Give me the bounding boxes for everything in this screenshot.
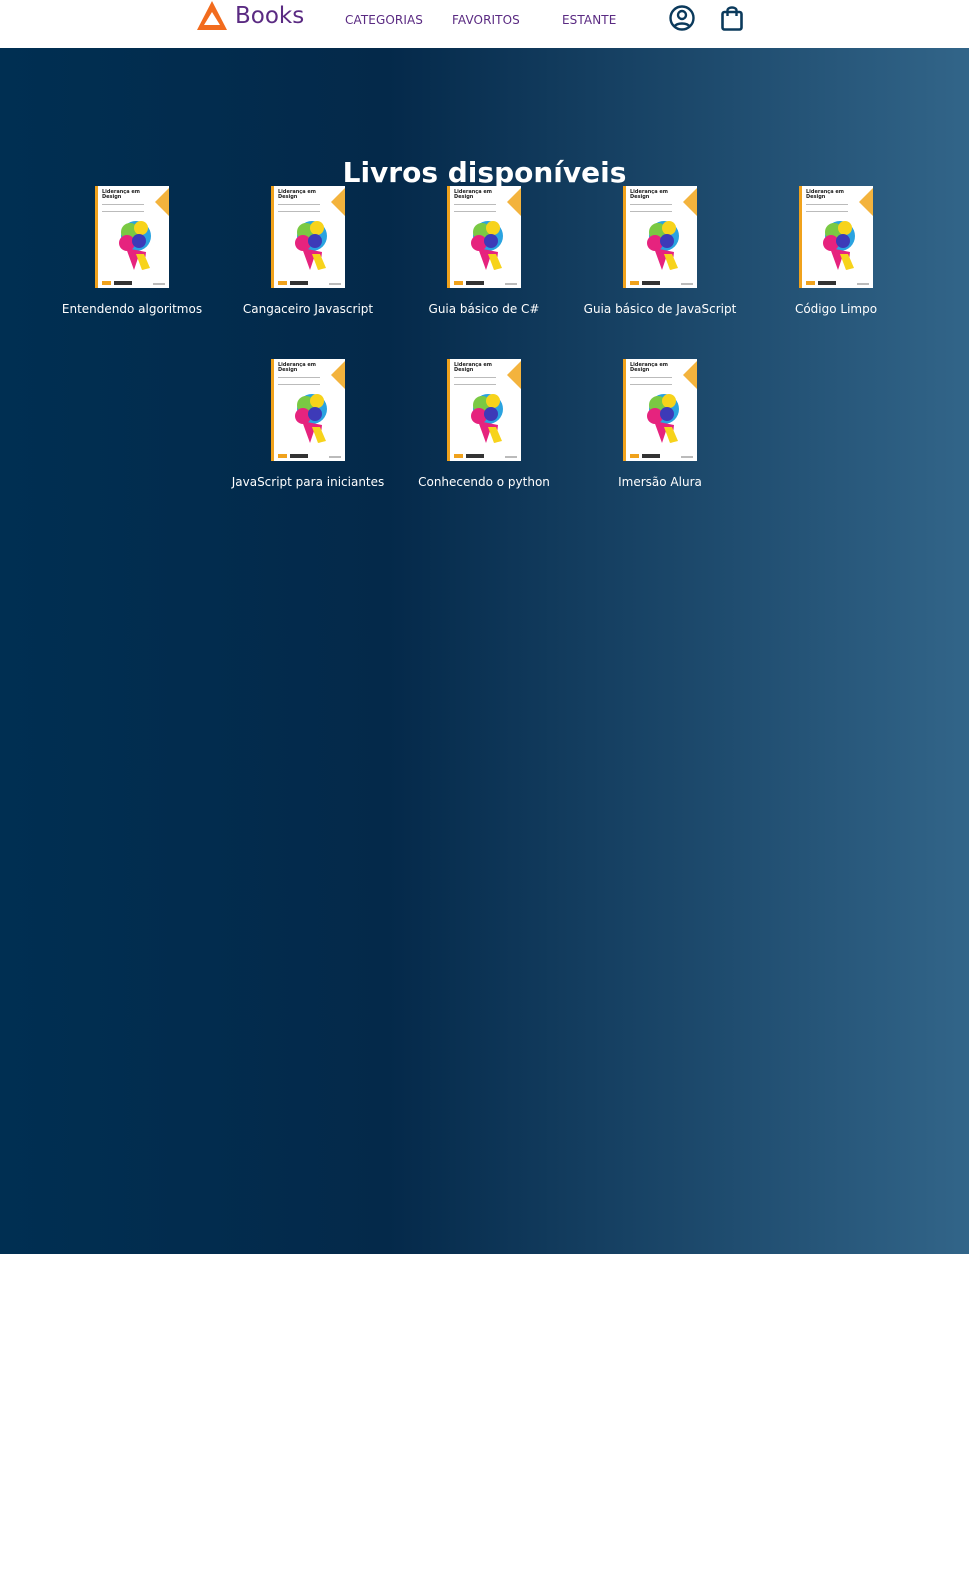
book-card[interactable]: Liderança em Design Guia básico de C# bbox=[399, 186, 569, 316]
cover-subtitle-lines bbox=[278, 377, 320, 385]
book-title[interactable]: Cangaceiro Javascript bbox=[223, 302, 393, 316]
cover-title: Liderança em Design bbox=[454, 362, 492, 373]
cover-publisher-logo bbox=[630, 281, 660, 285]
cover-art-head-icon bbox=[647, 221, 679, 270]
page-title: Livros disponíveis bbox=[342, 156, 627, 189]
book-card[interactable]: Liderança em Design Código Limpo bbox=[751, 186, 921, 316]
cover-art-head-icon bbox=[823, 221, 855, 270]
cover-author-line bbox=[505, 283, 517, 285]
book-cover[interactable]: Liderança em Design bbox=[623, 186, 697, 288]
book-cover[interactable]: Liderança em Design bbox=[447, 359, 521, 461]
book-card[interactable]: Liderança em Design Guia básico de JavaSc… bbox=[575, 186, 745, 316]
cover-title: Liderança em Design bbox=[102, 189, 140, 200]
cover-art-head-icon bbox=[471, 221, 503, 270]
cover-corner-tab bbox=[507, 188, 521, 216]
cover-publisher-logo bbox=[102, 281, 132, 285]
cover-publisher-logo bbox=[454, 281, 484, 285]
cover-title: Liderança em Design bbox=[630, 362, 668, 373]
book-title[interactable]: Código Limpo bbox=[751, 302, 921, 316]
book-title[interactable]: JavaScript para iniciantes bbox=[223, 475, 393, 489]
cover-corner-tab bbox=[859, 188, 873, 216]
book-title[interactable]: Guia básico de JavaScript bbox=[575, 302, 745, 316]
book-cover[interactable]: Liderança em Design bbox=[623, 359, 697, 461]
book-card[interactable]: Liderança em Design Imersão Alura bbox=[575, 359, 745, 489]
cover-corner-tab bbox=[683, 188, 697, 216]
cover-art-head-icon bbox=[471, 394, 503, 443]
cover-title: Liderança em Design bbox=[278, 189, 316, 200]
cover-corner-tab bbox=[331, 361, 345, 389]
cover-publisher-logo bbox=[278, 454, 308, 458]
book-title[interactable]: Imersão Alura bbox=[575, 475, 745, 489]
nav-estante[interactable]: ESTANTE bbox=[562, 13, 616, 27]
book-card[interactable]: Liderança em Design Cangaceiro Javascript bbox=[223, 186, 393, 316]
logo-text: Books bbox=[235, 3, 305, 29]
shopping-bag-icon[interactable] bbox=[718, 4, 746, 32]
cover-corner-tab bbox=[507, 361, 521, 389]
cover-corner-tab bbox=[683, 361, 697, 389]
book-title[interactable]: Conhecendo o python bbox=[399, 475, 569, 489]
book-cover[interactable]: Liderança em Design bbox=[799, 186, 873, 288]
cover-publisher-logo bbox=[454, 454, 484, 458]
cover-publisher-logo bbox=[630, 454, 660, 458]
cover-subtitle-lines bbox=[278, 204, 320, 212]
cover-art-head-icon bbox=[295, 394, 327, 443]
cover-publisher-logo bbox=[278, 281, 308, 285]
cover-subtitle-lines bbox=[630, 204, 672, 212]
cover-author-line bbox=[681, 456, 693, 458]
cover-author-line bbox=[857, 283, 869, 285]
book-cover[interactable]: Liderança em Design bbox=[271, 186, 345, 288]
nav-favoritos[interactable]: FAVORITOS bbox=[452, 13, 520, 27]
site-header: Books CATEGORIAS FAVORITOS ESTANTE bbox=[0, 0, 969, 48]
cover-title: Liderança em Design bbox=[806, 189, 844, 200]
book-title[interactable]: Entendendo algoritmos bbox=[47, 302, 217, 316]
cover-subtitle-lines bbox=[454, 377, 496, 385]
page-footer-blank bbox=[0, 1254, 969, 1587]
book-cover[interactable]: Liderança em Design bbox=[271, 359, 345, 461]
cover-publisher-logo bbox=[806, 281, 836, 285]
cover-corner-tab bbox=[155, 188, 169, 216]
cover-subtitle-lines bbox=[806, 204, 848, 212]
logo[interactable]: Books bbox=[196, 0, 304, 32]
cover-author-line bbox=[153, 283, 165, 285]
cover-author-line bbox=[329, 456, 341, 458]
cover-title: Liderança em Design bbox=[454, 189, 492, 200]
book-title[interactable]: Guia básico de C# bbox=[399, 302, 569, 316]
cover-art-head-icon bbox=[119, 221, 151, 270]
cover-subtitle-lines bbox=[630, 377, 672, 385]
cover-corner-tab bbox=[331, 188, 345, 216]
cover-art-head-icon bbox=[295, 221, 327, 270]
cover-author-line bbox=[505, 456, 517, 458]
book-card[interactable]: Liderança em Design Conhecendo o python bbox=[399, 359, 569, 489]
cover-title: Liderança em Design bbox=[630, 189, 668, 200]
cover-subtitle-lines bbox=[102, 204, 144, 212]
cover-title: Liderança em Design bbox=[278, 362, 316, 373]
user-profile-icon[interactable] bbox=[668, 4, 696, 32]
books-section: Livros disponíveis Liderança em Design En… bbox=[0, 48, 969, 1254]
logo-triangle-icon bbox=[197, 1, 227, 30]
cover-author-line bbox=[329, 283, 341, 285]
book-cover[interactable]: Liderança em Design bbox=[447, 186, 521, 288]
book-cover[interactable]: Liderança em Design bbox=[95, 186, 169, 288]
book-card[interactable]: Liderança em Design Entendendo algoritmos bbox=[47, 186, 217, 316]
cover-art-head-icon bbox=[647, 394, 679, 443]
cover-author-line bbox=[681, 283, 693, 285]
book-card[interactable]: Liderança em Design JavaScript para inici… bbox=[223, 359, 393, 489]
nav-categorias[interactable]: CATEGORIAS bbox=[345, 13, 423, 27]
cover-subtitle-lines bbox=[454, 204, 496, 212]
